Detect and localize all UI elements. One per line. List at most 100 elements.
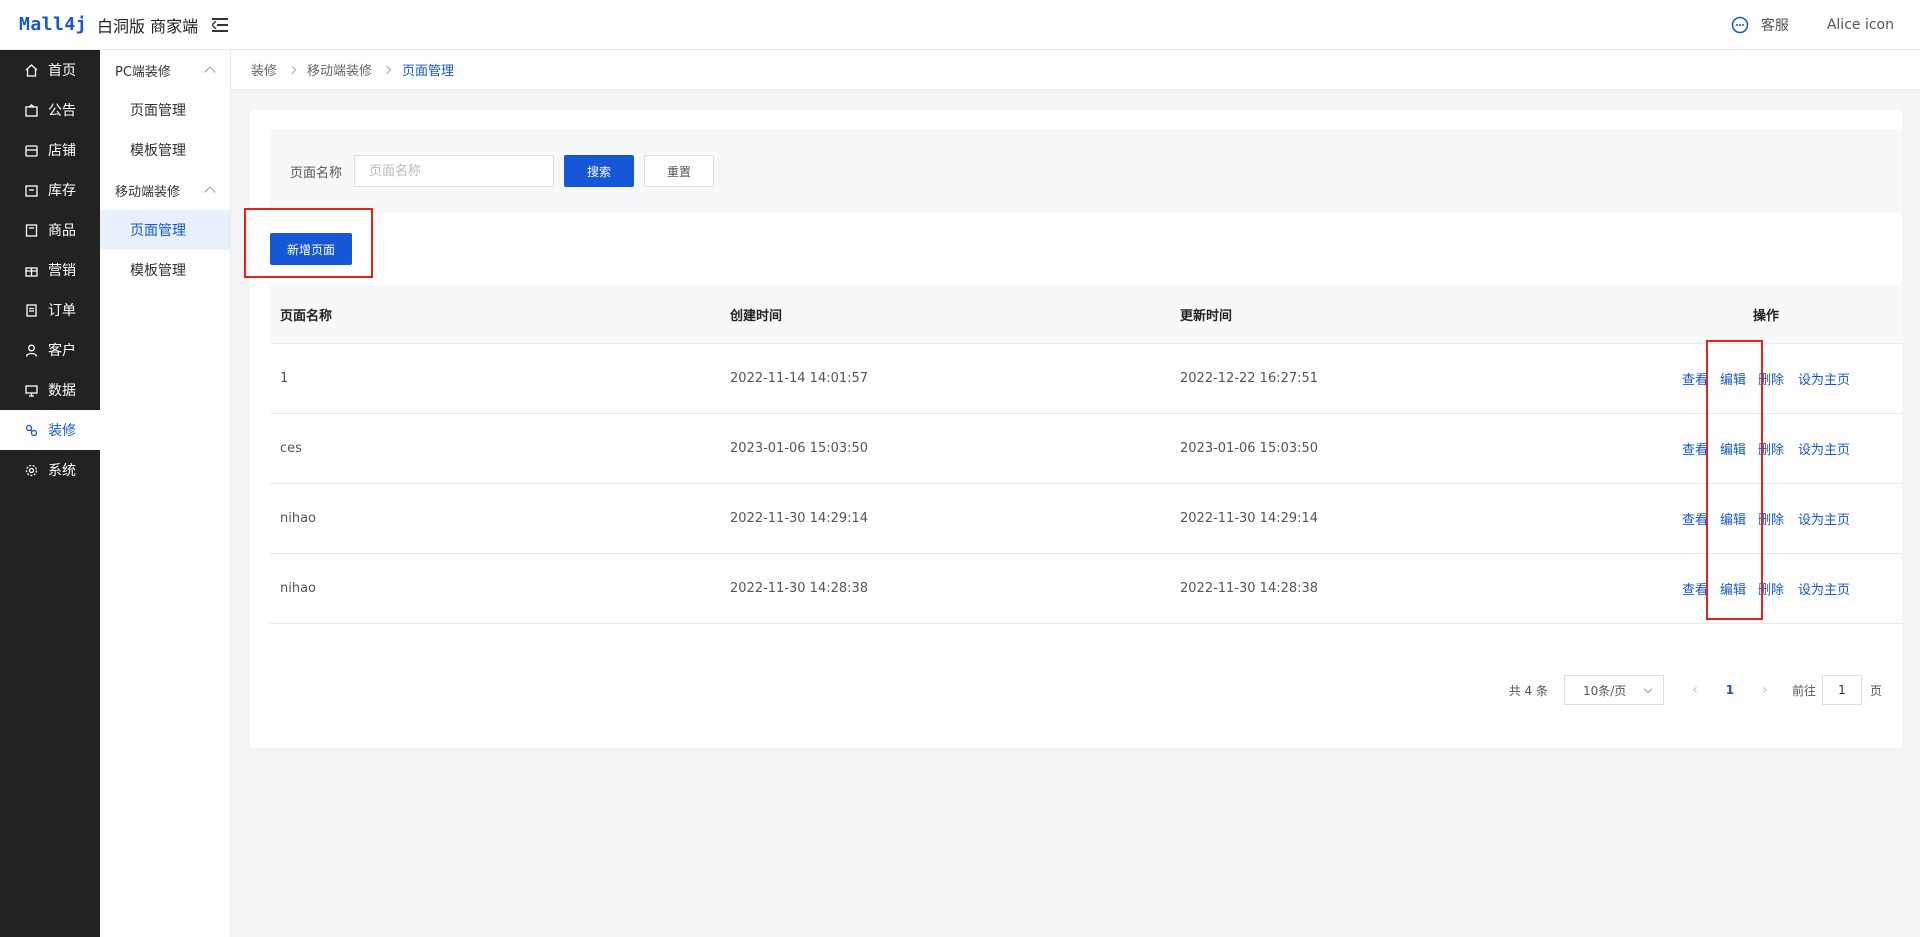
decorate-icon (24, 423, 38, 437)
cell-updated-time: 2023-01-06 15:03:50 (1180, 441, 1319, 456)
chevron-right-icon (287, 65, 297, 74)
sidebar-item-product[interactable]: 商品 (0, 210, 100, 250)
sidebar-item-label: 公告 (48, 103, 76, 119)
customer-service-button[interactable]: 客服 (1731, 15, 1789, 35)
set-homepage-button[interactable]: 设为主页 (1798, 369, 1850, 388)
logo[interactable]: Mall4j 白洞版 商家端 (0, 0, 198, 50)
pagination-total: 共 4 条 (1508, 683, 1548, 698)
sidebar-item-label: 首页 (48, 63, 76, 79)
goto-label: 前往 (1791, 683, 1816, 698)
sidebar-item-gift[interactable]: 营销 (0, 250, 100, 290)
prev-page-icon[interactable]: ‹ (1680, 682, 1710, 698)
cell-created-time: 2022-11-30 14:29:14 (730, 511, 869, 526)
product-icon (24, 223, 38, 237)
sidebar-item-label: 装修 (48, 423, 76, 439)
sidebar-item-stock[interactable]: 库存 (0, 170, 100, 210)
next-page-icon[interactable]: › (1750, 682, 1780, 698)
sidebar-item-label: 数据 (48, 383, 76, 399)
highlight-box-edit (1706, 340, 1763, 620)
sidebar-item-label: 订单 (48, 303, 76, 319)
view-button[interactable]: 查看 (1682, 509, 1708, 528)
top-header: Mall4j 白洞版 商家端 客服 Alice icon (0, 0, 1920, 50)
view-button[interactable]: 查看 (1682, 369, 1708, 388)
cell-page-name: ces (280, 441, 302, 456)
search-label: 页面名称 (290, 165, 343, 181)
settings-icon (24, 463, 38, 477)
breadcrumb: 装修 移动端装修 页面管理 (231, 50, 1920, 90)
data-icon (24, 383, 38, 397)
notice-icon (24, 103, 38, 117)
stock-icon (24, 183, 38, 197)
sidebar-item-data[interactable]: 数据 (0, 370, 100, 410)
table-row: ces 2023-01-06 15:03:50 2023-01-06 15:03:5… (270, 414, 1902, 484)
set-homepage-button[interactable]: 设为主页 (1798, 579, 1850, 598)
pages-table: 页面名称 创建时间 更新时间 操作 1 2022-11-14 14:01:57 20… (270, 285, 1902, 624)
sidebar-item-order[interactable]: 订单 (0, 290, 100, 330)
page-name-search-input[interactable] (354, 155, 555, 187)
cell-page-name: nihao (280, 581, 317, 596)
headset-icon (1731, 16, 1749, 34)
sidebar-item-label: 客户 (48, 343, 76, 359)
sidebar-item-label: 店铺 (48, 143, 76, 159)
sidebar-item-decorate[interactable]: 装修 (0, 410, 100, 450)
chevron-up-icon (204, 186, 216, 198)
subnav-group-label: 移动端装修 (115, 184, 181, 200)
page-suffix: 页 (1869, 683, 1882, 698)
reset-button[interactable]: 重置 (644, 155, 715, 187)
table-row: nihao 2022-11-30 14:29:14 2022-11-30 14:29… (270, 484, 1902, 554)
chevron-right-icon (382, 65, 392, 74)
sidebar-item-settings[interactable]: 系统 (0, 450, 100, 490)
subnav-item-mobile-templates[interactable]: 模板管理 (100, 250, 230, 290)
table-row: nihao 2022-11-30 14:28:38 2022-11-30 14:28… (270, 554, 1902, 624)
cell-created-time: 2022-11-14 14:01:57 (730, 371, 869, 386)
set-homepage-button[interactable]: 设为主页 (1798, 509, 1850, 528)
user-menu[interactable]: Alice icon (1827, 17, 1894, 33)
main-content-card: 页面名称 搜索 重置 新增页面 页面名称 创建时间 更新时间 操作 1 2022-… (244, 110, 1902, 748)
service-label: 客服 (1760, 18, 1789, 34)
home-icon (24, 63, 38, 77)
logo-subtitle: 白洞版 商家端 (97, 16, 199, 36)
sidebar-item-user[interactable]: 客户 (0, 330, 100, 370)
page-size-select[interactable]: 10条/页 (1563, 675, 1664, 705)
shop-icon (24, 143, 38, 157)
subnav-group-pc[interactable]: PC端装修 (100, 50, 230, 90)
sidebar-item-label: 系统 (48, 463, 76, 479)
search-button[interactable]: 搜索 (564, 155, 635, 187)
main-sidebar: 首页公告店铺库存商品营销订单客户数据装修系统 (0, 50, 100, 937)
cell-updated-time: 2022-11-30 14:28:38 (1180, 581, 1319, 596)
sidebar-item-notice[interactable]: 公告 (0, 90, 100, 130)
page-size-value: 10条/页 (1582, 683, 1627, 698)
column-header: 更新时间 (1180, 308, 1233, 324)
sidebar-item-home[interactable]: 首页 (0, 50, 100, 90)
subnav-item-pc-pages[interactable]: 页面管理 (100, 90, 230, 130)
chevron-up-icon (204, 66, 216, 78)
table-row: 1 2022-11-14 14:01:57 2022-12-22 16:27:51 查… (270, 344, 1902, 414)
page-number[interactable]: 1 (1710, 683, 1750, 697)
subnav-item-mobile-pages[interactable]: 页面管理 (100, 210, 230, 250)
subnav-group-mobile[interactable]: 移动端装修 (100, 170, 230, 210)
column-header: 操作 (1752, 308, 1779, 324)
set-homepage-button[interactable]: 设为主页 (1798, 439, 1850, 458)
breadcrumb-item[interactable]: 装修 (251, 60, 277, 79)
goto-page-input[interactable] (1821, 675, 1862, 705)
user-icon (24, 343, 38, 357)
add-page-button[interactable]: 新增页面 (270, 233, 353, 265)
pagination: 共 4 条 10条/页 ‹ 1 › 前往 页 (1509, 675, 1882, 705)
cell-page-name: 1 (280, 371, 289, 386)
column-header: 页面名称 (280, 308, 333, 324)
chevron-down-icon (1643, 684, 1653, 693)
menu-collapse-icon[interactable] (212, 15, 232, 35)
view-button[interactable]: 查看 (1682, 439, 1708, 458)
column-header: 创建时间 (730, 308, 783, 324)
gift-icon (24, 263, 38, 277)
sidebar-item-label: 商品 (48, 223, 76, 239)
cell-created-time: 2023-01-06 15:03:50 (730, 441, 869, 456)
subnav-item-pc-templates[interactable]: 模板管理 (100, 130, 230, 170)
breadcrumb-item[interactable]: 移动端装修 (307, 60, 372, 79)
cell-updated-time: 2022-12-22 16:27:51 (1180, 371, 1319, 386)
cell-updated-time: 2022-11-30 14:29:14 (1180, 511, 1319, 526)
sidebar-item-label: 库存 (48, 183, 76, 199)
search-form: 页面名称 搜索 重置 (270, 129, 1902, 213)
sidebar-item-shop[interactable]: 店铺 (0, 130, 100, 170)
view-button[interactable]: 查看 (1682, 579, 1708, 598)
